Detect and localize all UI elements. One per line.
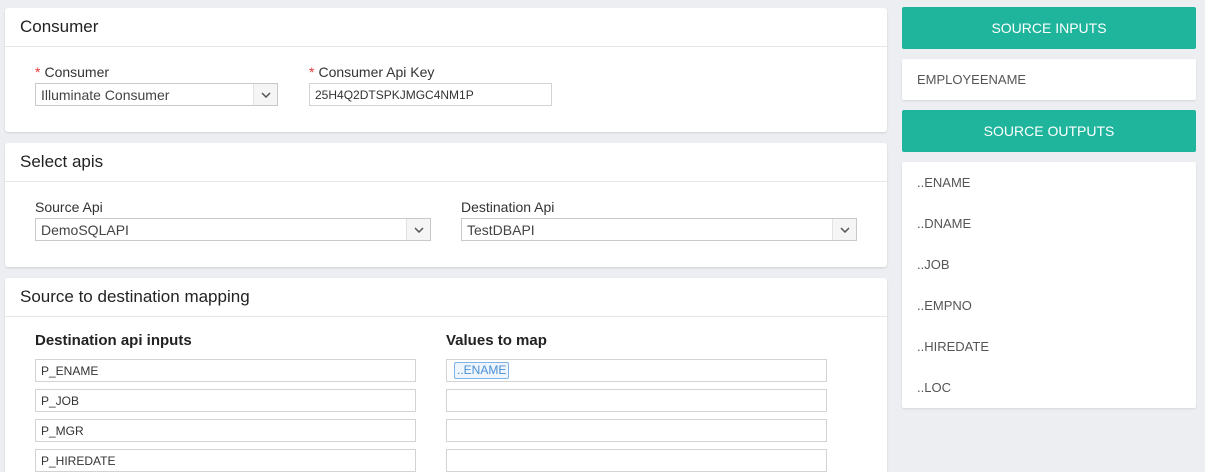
- required-marker: *: [35, 64, 41, 80]
- value-map-field[interactable]: [446, 449, 827, 472]
- destination-input-value: P_JOB: [41, 393, 80, 408]
- chevron-down-icon[interactable]: [253, 84, 277, 105]
- value-map-field[interactable]: ..ENAME: [446, 359, 827, 382]
- required-marker: *: [309, 64, 315, 80]
- select-apis-card: Select apis Source Api DemoSQLAPI Destin…: [5, 143, 887, 267]
- consumer-card-title: Consumer: [5, 8, 887, 47]
- source-outputs-header: SOURCE OUTPUTS: [902, 110, 1196, 152]
- source-input-item[interactable]: EMPLOYEENAME: [902, 59, 1196, 100]
- source-output-item[interactable]: ..HIREDATE: [902, 326, 1196, 367]
- source-api-value: DemoSQLAPI: [41, 221, 129, 238]
- destination-input-value: P_MGR: [41, 423, 84, 438]
- consumer-select[interactable]: Illuminate Consumer: [35, 83, 278, 106]
- value-map-field[interactable]: [446, 389, 827, 412]
- chevron-down-icon[interactable]: [406, 219, 430, 240]
- destination-api-value: TestDBAPI: [467, 221, 535, 238]
- source-inputs-header: SOURCE INPUTS: [902, 7, 1196, 49]
- mapping-card-title: Source to destination mapping: [5, 278, 887, 317]
- destination-input-field[interactable]: P_ENAME: [35, 359, 416, 382]
- api-key-label: * Consumer Api Key: [309, 64, 434, 80]
- consumer-select-value: Illuminate Consumer: [41, 86, 170, 103]
- api-key-field[interactable]: 25H4Q2DTSPKJMGC4NM1P: [309, 83, 552, 106]
- source-api-select[interactable]: DemoSQLAPI: [35, 218, 431, 241]
- destination-input-value: P_HIREDATE: [41, 453, 116, 468]
- values-to-map-header: Values to map: [446, 332, 547, 349]
- mapping-card: Source to destination mapping Destinatio…: [5, 278, 887, 472]
- destination-api-label: Destination Api: [461, 199, 555, 215]
- source-api-label: Source Api: [35, 199, 103, 215]
- source-output-item[interactable]: ..JOB: [902, 244, 1196, 285]
- source-output-item[interactable]: ..LOC: [902, 367, 1196, 408]
- source-inputs-list: EMPLOYEENAME: [902, 59, 1196, 100]
- destination-inputs-header: Destination api inputs: [35, 332, 192, 349]
- source-output-item[interactable]: ..ENAME: [902, 162, 1196, 203]
- destination-api-select[interactable]: TestDBAPI: [461, 218, 857, 241]
- select-apis-title: Select apis: [5, 143, 887, 182]
- consumer-label: * Consumer: [35, 64, 109, 80]
- source-output-item[interactable]: ..DNAME: [902, 203, 1196, 244]
- source-outputs-list: ..ENAME ..DNAME ..JOB ..EMPNO ..HIREDATE…: [902, 162, 1196, 408]
- mapped-value-tag[interactable]: ..ENAME: [454, 362, 510, 379]
- consumer-label-text: Consumer: [44, 64, 110, 80]
- value-map-field[interactable]: [446, 419, 827, 442]
- destination-input-field[interactable]: P_HIREDATE: [35, 449, 416, 472]
- chevron-down-icon[interactable]: [832, 219, 856, 240]
- destination-input-field[interactable]: P_MGR: [35, 419, 416, 442]
- api-key-label-text: Consumer Api Key: [318, 64, 435, 80]
- api-key-value: 25H4Q2DTSPKJMGC4NM1P: [315, 87, 474, 102]
- destination-input-value: P_ENAME: [41, 363, 99, 378]
- consumer-card: Consumer * Consumer Illuminate Consumer *…: [5, 8, 887, 132]
- source-output-item[interactable]: ..EMPNO: [902, 285, 1196, 326]
- destination-input-field[interactable]: P_JOB: [35, 389, 416, 412]
